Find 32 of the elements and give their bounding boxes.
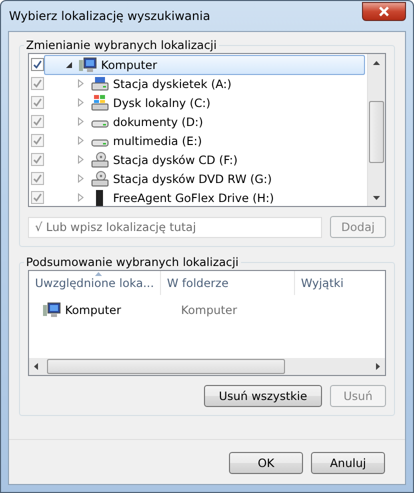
checkbox[interactable] bbox=[31, 58, 44, 71]
drive-icon bbox=[91, 138, 109, 146]
computer-icon bbox=[43, 302, 61, 318]
scrollbar[interactable] bbox=[29, 358, 385, 375]
drive-icon bbox=[91, 76, 109, 92]
optical-drive-icon bbox=[91, 152, 109, 168]
column-header[interactable]: Uwzględnione loka... bbox=[29, 271, 161, 295]
collapse-icon[interactable] bbox=[65, 60, 75, 68]
computer-icon bbox=[79, 56, 97, 72]
close-button[interactable] bbox=[362, 2, 406, 21]
cancel-button[interactable]: Anuluj bbox=[311, 452, 385, 474]
group-title: Podsumowanie wybranych lokalizacji bbox=[25, 255, 240, 269]
group-title: Zmienianie wybranych lokalizacji bbox=[25, 38, 218, 52]
optical-drive-icon bbox=[91, 170, 109, 186]
window-title: Wybierz lokalizację wyszukiwania bbox=[8, 9, 210, 23]
tree-item[interactable]: Komputer bbox=[44, 54, 365, 74]
table-cell: Komputer bbox=[29, 302, 175, 318]
close-icon bbox=[378, 6, 390, 17]
ok-button[interactable]: OK bbox=[229, 452, 303, 474]
remove-all-button[interactable]: Usuń wszystkie bbox=[204, 385, 322, 407]
drive-icon bbox=[91, 120, 109, 128]
column-header[interactable]: Wyjątki bbox=[295, 271, 375, 295]
sort-arrow-icon bbox=[94, 272, 102, 276]
scroll-down-icon[interactable] bbox=[373, 196, 380, 200]
scroll-up-icon[interactable] bbox=[373, 60, 380, 64]
column-header[interactable]: W folderze bbox=[161, 271, 295, 295]
location-input-field[interactable]: √ Lub wpisz lokalizację tutaj bbox=[28, 216, 322, 238]
drive-icon bbox=[91, 94, 109, 110]
table-cell-text: Komputer bbox=[180, 303, 238, 317]
scroll-right-icon[interactable] bbox=[376, 363, 380, 370]
scrollbar[interactable] bbox=[367, 54, 385, 206]
scroll-left-icon[interactable] bbox=[34, 363, 38, 370]
